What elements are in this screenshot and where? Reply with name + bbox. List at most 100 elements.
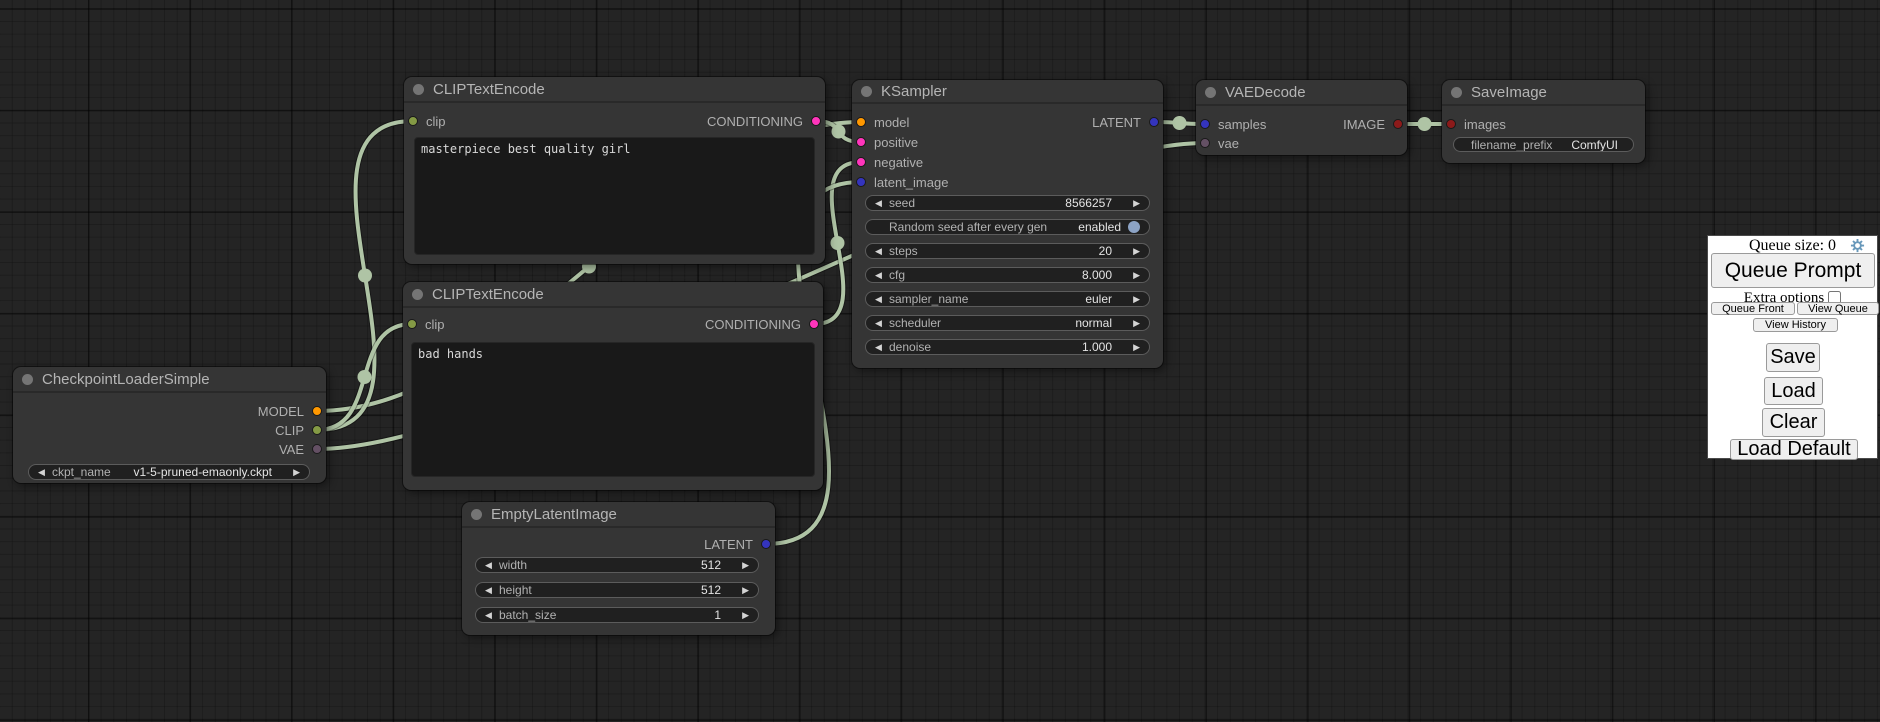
slot-row: CLIP [13, 420, 326, 440]
queue-prompt-button[interactable]: Queue Prompt [1711, 253, 1875, 288]
input-slot-positive[interactable] [856, 137, 866, 147]
node-titlebar[interactable]: CheckpointLoaderSimple [13, 367, 326, 393]
increment-arrow-icon[interactable]: ▶ [1126, 340, 1140, 354]
cfg-widget[interactable]: ◀ cfg 8.000 ▶ [865, 267, 1150, 283]
denoise-widget[interactable]: ◀ denoise 1.000 ▶ [865, 339, 1150, 355]
increment-arrow-icon[interactable]: ▶ [735, 608, 749, 622]
widget-value: 512 [701, 558, 721, 572]
node-clip-text-encode-positive[interactable]: CLIPTextEncode clip CONDITIONING [404, 77, 825, 264]
increment-arrow-icon[interactable]: ▶ [1126, 244, 1140, 258]
increment-arrow-icon[interactable]: ▶ [1126, 316, 1140, 330]
random-seed-toggle-widget[interactable]: Random seed after every gen enabled [865, 219, 1150, 235]
input-slot-vae[interactable] [1200, 138, 1210, 148]
width-widget[interactable]: ◀ width 512 ▶ [475, 557, 759, 573]
node-graph-canvas[interactable]: CheckpointLoaderSimple MODEL CLIP VAE ◀ … [0, 0, 1880, 722]
increment-arrow-icon[interactable]: ▶ [1126, 196, 1140, 210]
widget-value: 512 [701, 583, 721, 597]
decrement-arrow-icon[interactable]: ◀ [875, 268, 889, 282]
output-slot-image[interactable] [1393, 119, 1403, 129]
negative-prompt-textarea[interactable] [411, 342, 815, 477]
increment-arrow-icon[interactable]: ▶ [735, 558, 749, 572]
output-slot-latent[interactable] [761, 539, 771, 549]
ckpt-name-combo[interactable]: ◀ ckpt_name v1-5-pruned-emaonly.ckpt ▶ [28, 464, 310, 480]
collapse-dot-icon[interactable] [861, 86, 872, 97]
increment-arrow-icon[interactable]: ▶ [1126, 292, 1140, 306]
collapse-dot-icon[interactable] [471, 509, 482, 520]
filename-prefix-widget[interactable]: filename_prefix ComfyUI [1453, 137, 1634, 152]
node-checkpoint-loader[interactable]: CheckpointLoaderSimple MODEL CLIP VAE ◀ … [13, 367, 326, 483]
widget-value: euler [1085, 292, 1112, 306]
view-queue-button[interactable]: View Queue [1797, 302, 1879, 315]
load-button[interactable]: Load [1764, 377, 1823, 405]
output-slot-conditioning[interactable] [809, 319, 819, 329]
clear-button[interactable]: Clear [1762, 408, 1825, 437]
increment-arrow-icon[interactable]: ▶ [286, 465, 300, 479]
decrement-arrow-icon[interactable]: ◀ [875, 292, 889, 306]
input-slot-model[interactable] [856, 117, 866, 127]
widget-label: filename_prefix [1471, 138, 1552, 152]
output-slot-vae[interactable] [312, 444, 322, 454]
widget-label: height [499, 583, 532, 597]
node-vae-decode[interactable]: VAEDecode samples IMAGE vae [1196, 80, 1407, 155]
input-slot-clip[interactable] [408, 116, 418, 126]
increment-arrow-icon[interactable]: ▶ [1126, 268, 1140, 282]
output-slot-model[interactable] [312, 406, 322, 416]
node-titlebar[interactable]: SaveImage [1442, 80, 1645, 106]
widget-value: 1 [714, 608, 721, 622]
queue-front-button[interactable]: Queue Front [1711, 302, 1795, 315]
decrement-arrow-icon[interactable]: ◀ [485, 558, 499, 572]
widget-value: 20 [1099, 244, 1112, 258]
load-default-button[interactable]: Load Default [1730, 439, 1858, 460]
collapse-dot-icon[interactable] [1451, 87, 1462, 98]
positive-prompt-textarea[interactable] [414, 137, 815, 255]
decrement-arrow-icon[interactable]: ◀ [38, 465, 52, 479]
node-titlebar[interactable]: KSampler [852, 80, 1163, 104]
decrement-arrow-icon[interactable]: ◀ [485, 583, 499, 597]
decrement-arrow-icon[interactable]: ◀ [875, 340, 889, 354]
height-widget[interactable]: ◀ height 512 ▶ [475, 582, 759, 598]
batch-size-widget[interactable]: ◀ batch_size 1 ▶ [475, 607, 759, 623]
node-titlebar[interactable]: CLIPTextEncode [404, 77, 825, 103]
decrement-arrow-icon[interactable]: ◀ [875, 244, 889, 258]
node-titlebar[interactable]: VAEDecode [1196, 80, 1407, 106]
slot-row: VAE [13, 439, 326, 459]
output-slot-latent[interactable] [1149, 117, 1159, 127]
node-save-image[interactable]: SaveImage images filename_prefix ComfyUI [1442, 80, 1645, 163]
node-title: SaveImage [1471, 84, 1547, 101]
node-ksampler[interactable]: KSampler model LATENT positive negative … [852, 80, 1163, 368]
input-slot-images[interactable] [1446, 119, 1456, 129]
input-slot-negative[interactable] [856, 157, 866, 167]
node-clip-text-encode-negative[interactable]: CLIPTextEncode clip CONDITIONING [403, 282, 823, 490]
view-history-button[interactable]: View History [1753, 318, 1838, 332]
decrement-arrow-icon[interactable]: ◀ [875, 316, 889, 330]
decrement-arrow-icon[interactable]: ◀ [485, 608, 499, 622]
slot-row: images [1442, 114, 1645, 134]
input-label: negative [874, 155, 923, 170]
node-empty-latent-image[interactable]: EmptyLatentImage LATENT ◀ width 512 ▶ ◀ … [462, 502, 775, 635]
input-slot-samples[interactable] [1200, 119, 1210, 129]
collapse-dot-icon[interactable] [412, 289, 423, 300]
collapse-dot-icon[interactable] [22, 374, 33, 385]
decrement-arrow-icon[interactable]: ◀ [875, 196, 889, 210]
output-slot-clip[interactable] [312, 425, 322, 435]
node-titlebar[interactable]: EmptyLatentImage [462, 502, 775, 528]
seed-widget[interactable]: ◀ seed 8566257 ▶ [865, 195, 1150, 211]
scheduler-combo[interactable]: ◀ scheduler normal ▶ [865, 315, 1150, 331]
toggle-on-icon[interactable] [1128, 221, 1140, 233]
node-titlebar[interactable]: CLIPTextEncode [403, 282, 823, 308]
collapse-dot-icon[interactable] [413, 84, 424, 95]
input-slot-clip[interactable] [407, 319, 417, 329]
output-slot-conditioning[interactable] [811, 116, 821, 126]
collapse-dot-icon[interactable] [1205, 87, 1216, 98]
widget-value: 8.000 [1082, 268, 1112, 282]
output-label: IMAGE [1343, 117, 1385, 132]
increment-arrow-icon[interactable]: ▶ [735, 583, 749, 597]
slot-row: LATENT [462, 534, 775, 554]
save-button[interactable]: Save [1766, 343, 1820, 372]
input-slot-latent-image[interactable] [856, 177, 866, 187]
sampler-name-combo[interactable]: ◀ sampler_name euler ▶ [865, 291, 1150, 307]
slot-row: MODEL [13, 401, 326, 421]
settings-gear-icon[interactable] [1850, 238, 1865, 253]
steps-widget[interactable]: ◀ steps 20 ▶ [865, 243, 1150, 259]
output-label: MODEL [258, 404, 304, 419]
